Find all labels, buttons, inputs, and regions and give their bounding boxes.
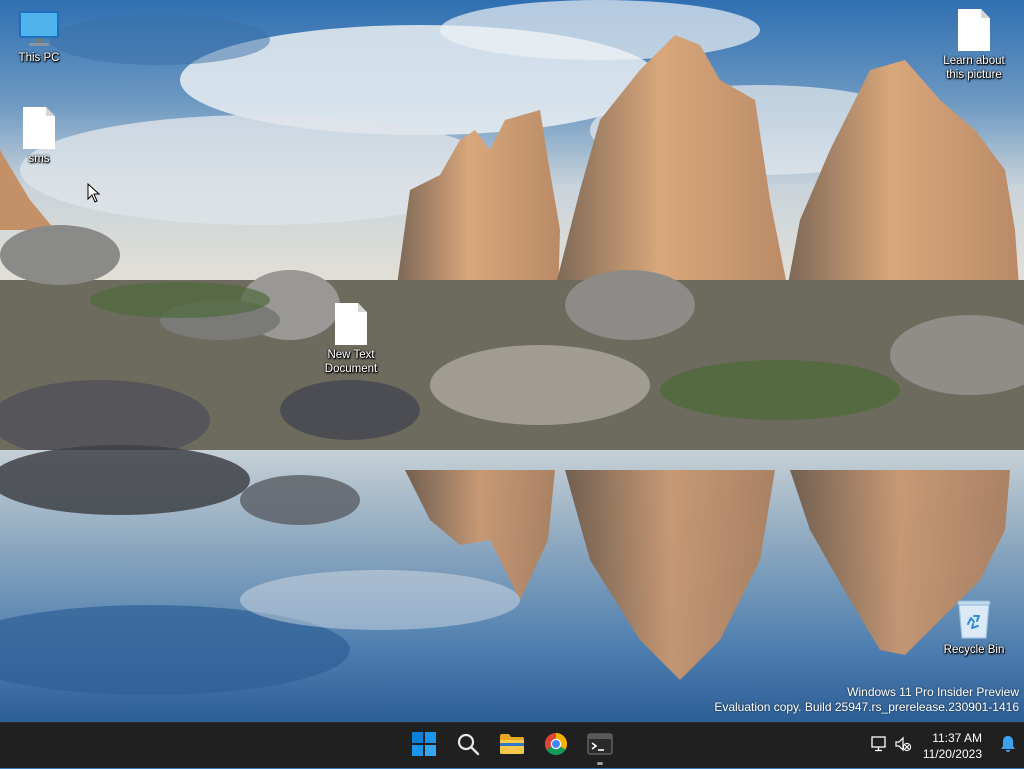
desktop-icon-new-text-document[interactable]: New Text Document <box>313 303 389 376</box>
desktop-icon-label: sms <box>28 153 50 165</box>
mouse-cursor-icon <box>87 182 101 208</box>
taskbar: 11:37 AM 11/20/2023 <box>0 722 1024 768</box>
search-icon <box>456 732 480 761</box>
watermark-build: Evaluation copy. Build 25947.rs_prerelea… <box>714 700 1019 714</box>
taskbar-apps <box>402 723 622 769</box>
desktop-icon-label: Learn about this picture <box>943 55 1005 81</box>
desktop-icon-learn-about-this-picture[interactable]: Learn about this picture <box>936 9 1012 82</box>
taskbar-terminal-button[interactable] <box>578 723 622 769</box>
tray-volume-button[interactable] <box>891 723 915 769</box>
bell-icon <box>1000 735 1016 758</box>
desktop-icon-label: Recycle Bin <box>943 644 1005 656</box>
taskbar-search-button[interactable] <box>446 723 490 769</box>
volume-muted-icon <box>894 736 912 757</box>
notifications-button[interactable] <box>992 723 1024 769</box>
windows-logo-icon <box>412 731 436 761</box>
system-tray: 11:37 AM 11/20/2023 <box>867 723 1024 769</box>
text-file-icon <box>23 107 55 149</box>
chrome-icon <box>544 732 568 761</box>
text-file-icon <box>958 9 990 51</box>
folder-icon <box>499 733 525 760</box>
recycle-bin-icon <box>954 598 994 640</box>
desktop-icon-recycle-bin[interactable]: Recycle Bin <box>936 598 1012 657</box>
monitor-icon <box>18 10 60 48</box>
taskbar-start-button[interactable] <box>402 723 446 769</box>
taskbar-chrome-button[interactable] <box>534 723 578 769</box>
network-icon <box>870 735 888 757</box>
desktop-icon-this-pc[interactable]: This PC <box>1 10 77 65</box>
desktop-icon-label: New Text Document <box>324 349 378 375</box>
desktop-icon-label: This PC <box>18 52 60 64</box>
text-file-icon <box>335 303 367 345</box>
running-indicator <box>597 762 603 765</box>
terminal-icon <box>587 733 613 760</box>
taskbar-clock[interactable]: 11:37 AM 11/20/2023 <box>915 730 992 762</box>
tray-network-button[interactable] <box>867 723 891 769</box>
desktop-icon-sms[interactable]: sms <box>1 107 77 166</box>
watermark-edition: Windows 11 Pro Insider Preview <box>847 685 1019 699</box>
clock-time: 11:37 AM <box>932 731 982 745</box>
windows-evaluation-watermark: Windows 11 Pro Insider Preview Evaluatio… <box>714 685 1019 715</box>
desktop-wallpaper <box>0 0 1024 722</box>
clock-date: 11/20/2023 <box>922 747 982 761</box>
taskbar-file-explorer-button[interactable] <box>490 723 534 769</box>
